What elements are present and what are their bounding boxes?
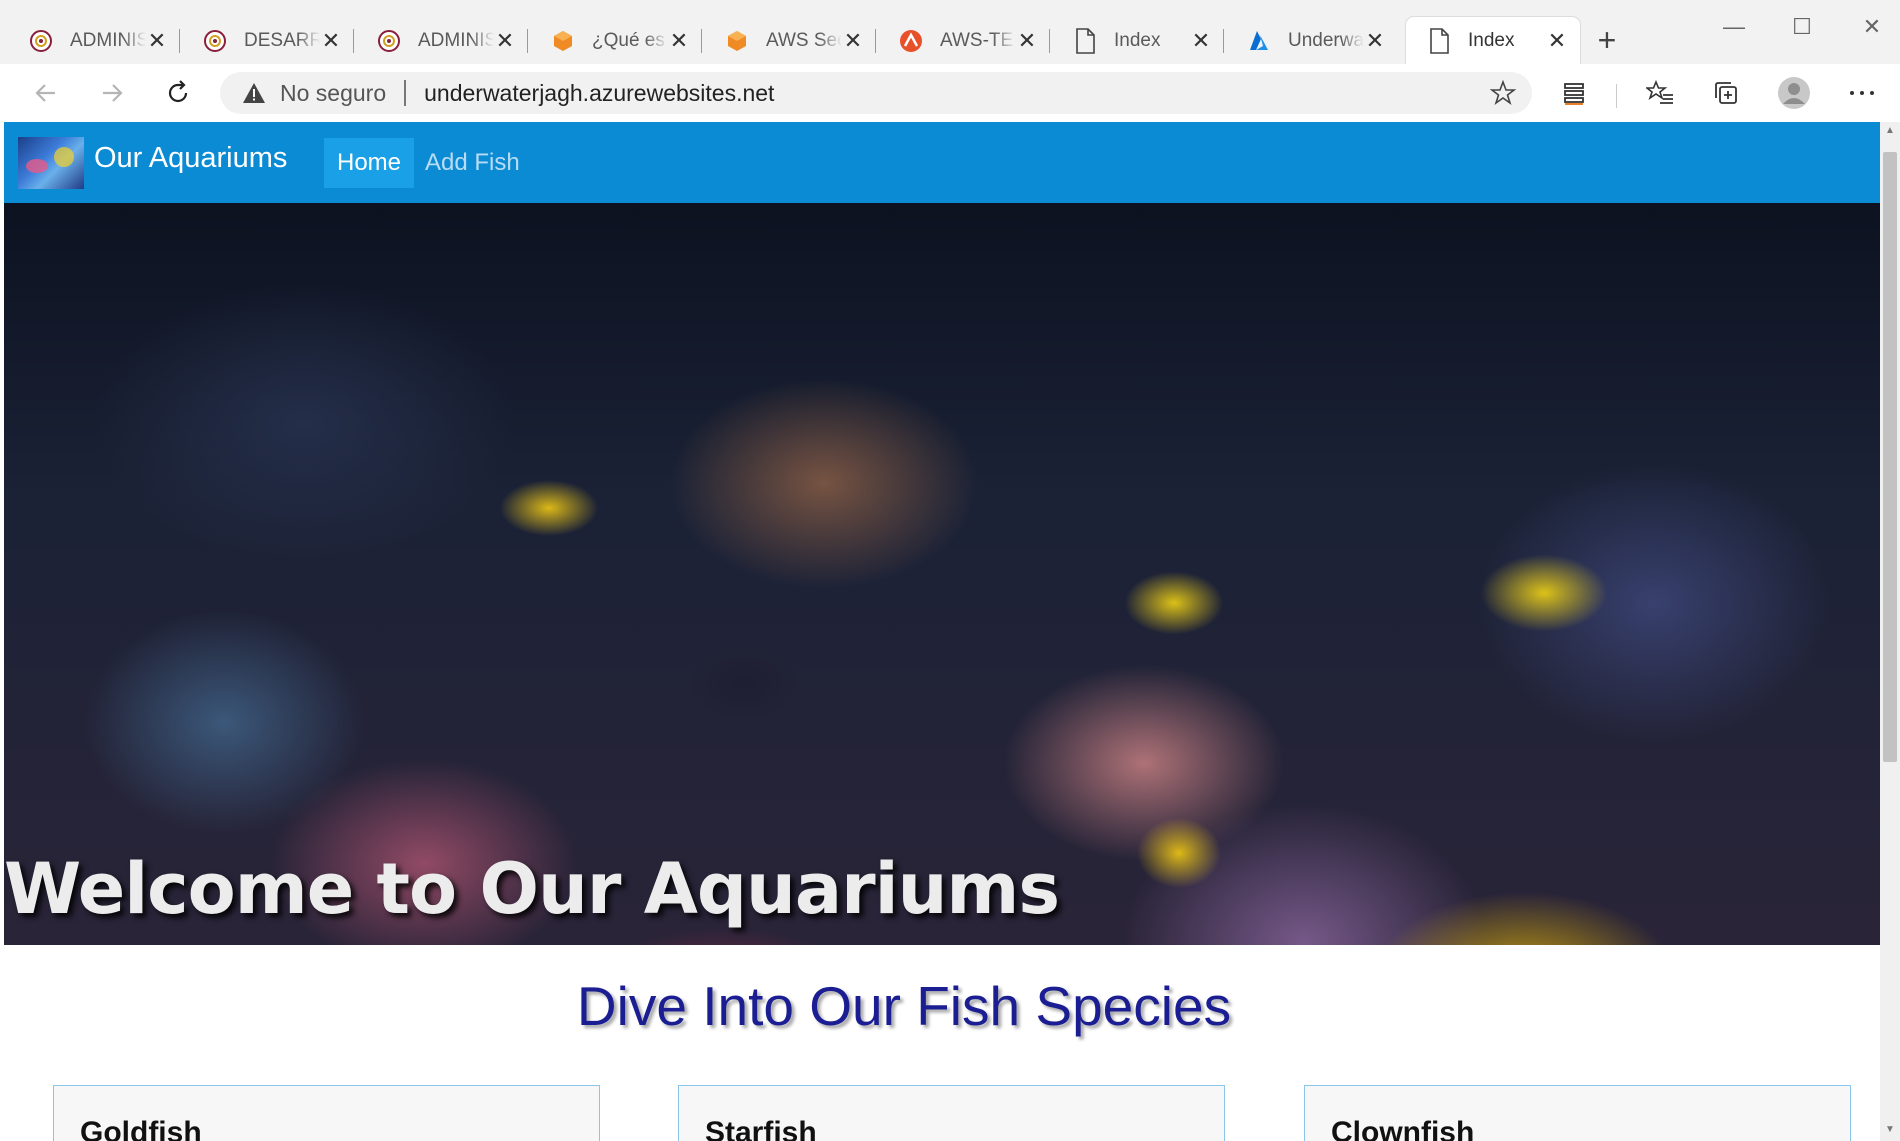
fish-card: Goldfish: [53, 1085, 600, 1141]
close-icon[interactable]: ✕: [320, 29, 342, 52]
scrollbar-thumb[interactable]: [1883, 152, 1897, 762]
nav-link-add-fish[interactable]: Add Fish: [412, 138, 533, 188]
browser-tab[interactable]: Underwater ✕: [1226, 17, 1398, 64]
tab-title: Index: [1114, 29, 1161, 51]
section-title: Dive Into Our Fish Species: [576, 975, 1232, 1037]
close-icon[interactable]: ✕: [1016, 29, 1038, 52]
more-dots-icon: [1850, 91, 1874, 95]
fish-card-title: Clownfish: [1331, 1116, 1475, 1141]
favorites-list-icon: [1646, 80, 1673, 104]
tab-title: AWS Security: [766, 29, 842, 51]
fish-card-title: Goldfish: [80, 1116, 202, 1141]
minimize-button[interactable]: —: [1714, 12, 1754, 42]
page-scrollbar[interactable]: ▲ ▼: [1880, 122, 1900, 1141]
close-icon[interactable]: ✕: [1364, 29, 1386, 52]
org-logo-icon: [376, 28, 402, 54]
security-label[interactable]: No seguro: [280, 80, 386, 107]
org-logo-icon: [202, 28, 228, 54]
aws-box-icon: [550, 28, 576, 54]
fish-card: Clownfish: [1304, 1085, 1851, 1141]
browser-tab-active[interactable]: Index ✕: [1406, 17, 1580, 64]
stack-icon: [1564, 83, 1584, 105]
azure-icon: [1246, 28, 1272, 54]
window-close-button[interactable]: ✕: [1852, 12, 1892, 42]
browser-tab[interactable]: ADMINISTRACIÓN ✕: [8, 17, 180, 64]
browser-tab[interactable]: ADMINISTRACIÓN ✕: [356, 17, 528, 64]
tab-divider: [179, 29, 180, 53]
brand-name[interactable]: Our Aquariums: [94, 142, 287, 175]
tab-divider: [1049, 29, 1050, 53]
site-navbar: Our Aquariums Home Add Fish: [4, 122, 1880, 203]
browser-tab-strip: ADMINISTRACIÓN ✕ DESARROLLO ✕ ADMINISTRA…: [0, 0, 1900, 64]
tab-title: ¿Qué es DevOps?: [592, 29, 668, 51]
scroll-up-icon[interactable]: ▲: [1883, 124, 1897, 138]
close-icon[interactable]: ✕: [1546, 29, 1568, 52]
refresh-icon: [168, 80, 188, 103]
close-icon[interactable]: ✕: [146, 29, 168, 52]
url-text[interactable]: underwaterjagh.azurewebsites.net: [424, 80, 774, 107]
tab-divider: [527, 29, 528, 53]
star-icon[interactable]: [1489, 79, 1517, 112]
refresh-button[interactable]: [158, 73, 198, 113]
close-icon[interactable]: ✕: [668, 29, 690, 52]
tab-title: ADMINISTRACIÓN: [70, 29, 146, 51]
tab-title: Index: [1468, 29, 1515, 51]
profile-button[interactable]: [1774, 73, 1814, 113]
tab-divider: [701, 29, 702, 53]
close-icon[interactable]: ✕: [1190, 29, 1212, 52]
avatar-icon: [1778, 77, 1810, 109]
maximize-button[interactable]: ☐: [1782, 12, 1822, 42]
aws-box-icon: [724, 28, 750, 54]
more-menu-button[interactable]: [1842, 73, 1882, 113]
tab-title: AWS-TE -: [940, 29, 1016, 51]
tab-divider: [353, 29, 354, 53]
arrow-left-icon: [35, 84, 55, 102]
forward-button[interactable]: [92, 73, 132, 113]
browser-tab[interactable]: AWS Security ✕: [704, 17, 876, 64]
page-icon: [1072, 27, 1098, 54]
browser-tab[interactable]: Index ✕: [1052, 17, 1224, 64]
page-icon: [1426, 27, 1452, 54]
tab-title: Underwater: [1288, 29, 1364, 51]
tab-title: ADMINISTRACIÓN: [418, 29, 494, 51]
reading-list-button[interactable]: [1554, 73, 1594, 113]
address-bar[interactable]: No seguro underwaterjagh.azurewebsites.n…: [220, 72, 1532, 114]
hero-title: Welcome to Our Aquariums: [4, 848, 1060, 930]
orange-circle-icon: [898, 28, 924, 54]
new-tab-button[interactable]: +: [1590, 24, 1624, 58]
back-button[interactable]: [26, 73, 66, 113]
favorites-button[interactable]: [1640, 73, 1680, 113]
brand-logo-image[interactable]: [18, 137, 84, 189]
hero-banner-image: Welcome to Our Aquariums: [4, 203, 1880, 945]
close-icon[interactable]: ✕: [842, 29, 864, 52]
web-page: Our Aquariums Home Add Fish Welcome to O…: [4, 122, 1880, 1141]
address-divider: [404, 80, 407, 106]
nav-link-home[interactable]: Home: [324, 138, 415, 188]
fish-card: Starfish: [678, 1085, 1225, 1141]
warning-icon: [242, 82, 268, 104]
toolbar-divider: [1616, 84, 1617, 108]
browser-tab[interactable]: ¿Qué es DevOps? ✕: [530, 17, 702, 64]
fish-card-title: Starfish: [705, 1116, 817, 1141]
collections-button[interactable]: [1706, 73, 1746, 113]
browser-tab[interactable]: AWS-TE - ✕: [878, 17, 1050, 64]
browser-toolbar: No seguro underwaterjagh.azurewebsites.n…: [0, 64, 1900, 122]
arrow-right-icon: [103, 84, 123, 102]
scroll-down-icon[interactable]: ▼: [1883, 1123, 1897, 1137]
collections-icon: [1715, 82, 1737, 104]
tab-divider: [1223, 29, 1224, 53]
org-logo-icon: [28, 28, 54, 54]
close-icon[interactable]: ✕: [494, 29, 516, 52]
tab-divider: [875, 29, 876, 53]
tab-title: DESARROLLO: [244, 29, 320, 51]
browser-tab[interactable]: DESARROLLO ✕: [182, 17, 354, 64]
